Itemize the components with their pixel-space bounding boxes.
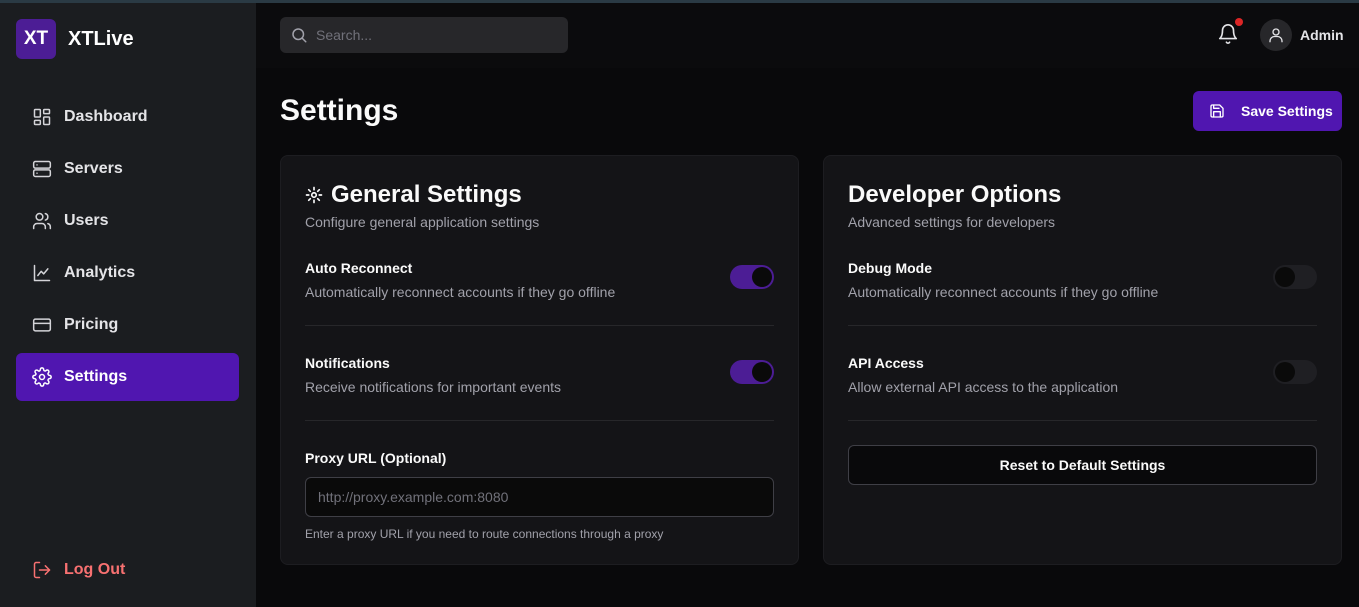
card-title-text: General Settings <box>331 181 522 208</box>
save-settings-button[interactable]: Save Settings <box>1193 91 1342 131</box>
sidebar-item-analytics[interactable]: Analytics <box>16 249 239 297</box>
logout-label: Log Out <box>64 561 126 578</box>
sidebar-item-dashboard[interactable]: Dashboard <box>16 93 239 141</box>
notifications-desc: Receive notifications for important even… <box>305 379 562 395</box>
gear-icon <box>305 186 323 204</box>
sidebar-item-label: Settings <box>64 368 128 385</box>
divider <box>305 325 774 326</box>
notifications-label: Notifications <box>305 355 390 371</box>
notifications-setting: Notifications Receive notifications for … <box>305 355 774 395</box>
user-name[interactable]: Admin <box>1300 27 1344 43</box>
api-access-setting: API Access Allow external API access to … <box>848 355 1317 395</box>
sidebar-item-label: Dashboard <box>64 108 148 125</box>
debug-mode-desc: Automatically reconnect accounts if they… <box>848 284 1159 300</box>
analytics-icon <box>32 263 52 283</box>
brand-logo: XT <box>16 19 56 59</box>
debug-mode-label: Debug Mode <box>848 260 932 276</box>
search-icon <box>292 28 307 43</box>
auto-reconnect-toggle[interactable] <box>730 265 774 289</box>
avatar[interactable] <box>1260 19 1292 51</box>
brand[interactable]: XT XTLive <box>16 19 134 59</box>
general-settings-title: General Settings <box>305 181 522 209</box>
auto-reconnect-setting: Auto Reconnect Automatically reconnect a… <box>305 260 774 300</box>
debug-mode-setting: Debug Mode Automatically reconnect accou… <box>848 260 1317 300</box>
debug-mode-toggle[interactable] <box>1273 265 1317 289</box>
server-icon <box>32 159 52 179</box>
brand-name: XTLive <box>68 27 134 50</box>
sidebar-item-servers[interactable]: Servers <box>16 145 239 193</box>
divider <box>848 420 1317 421</box>
save-settings-label: Save Settings <box>1241 103 1333 119</box>
credit-card-icon <box>32 315 52 335</box>
dashboard-icon <box>32 107 52 127</box>
developer-options-subtitle: Advanced settings for developers <box>848 214 1056 230</box>
sidebar: XT XTLive Dashboard Servers Users Analyt… <box>0 3 256 607</box>
sidebar-item-users[interactable]: Users <box>16 197 239 245</box>
developer-options-title: Developer Options <box>848 181 1062 208</box>
search-bar[interactable] <box>280 17 568 53</box>
page-title: Settings <box>280 94 399 127</box>
logout-button[interactable]: Log Out <box>16 546 239 594</box>
auto-reconnect-label: Auto Reconnect <box>305 260 413 276</box>
api-access-toggle[interactable] <box>1273 360 1317 384</box>
reset-defaults-button[interactable]: Reset to Default Settings <box>848 445 1317 485</box>
sidebar-item-pricing[interactable]: Pricing <box>16 301 239 349</box>
api-access-label: API Access <box>848 355 924 371</box>
user-icon <box>1269 28 1283 43</box>
notification-dot <box>1235 18 1243 26</box>
api-access-desc: Allow external API access to the applica… <box>848 379 1119 395</box>
divider <box>848 325 1317 326</box>
sidebar-nav: Dashboard Servers Users Analytics Pricin… <box>16 93 239 405</box>
users-icon <box>32 211 52 231</box>
proxy-url-label: Proxy URL (Optional) <box>305 450 447 466</box>
sidebar-item-label: Users <box>64 212 109 229</box>
developer-options-card: Developer Options Advanced settings for … <box>823 155 1342 565</box>
sidebar-item-label: Servers <box>64 160 123 177</box>
top-header: Admin <box>256 3 1359 68</box>
logout-icon <box>32 560 52 580</box>
proxy-url-help: Enter a proxy URL if you need to route c… <box>305 527 664 541</box>
proxy-url-input[interactable] <box>305 477 774 517</box>
auto-reconnect-desc: Automatically reconnect accounts if they… <box>305 284 616 300</box>
divider <box>305 420 774 421</box>
sidebar-item-settings[interactable]: Settings <box>16 353 239 401</box>
search-input[interactable] <box>316 27 556 43</box>
sidebar-item-label: Analytics <box>64 264 136 281</box>
save-icon <box>1210 104 1224 118</box>
general-settings-subtitle: Configure general application settings <box>305 214 540 230</box>
notifications-toggle[interactable] <box>730 360 774 384</box>
gear-icon <box>32 367 52 387</box>
general-settings-card: General Settings Configure general appli… <box>280 155 799 565</box>
bell-icon[interactable] <box>1217 23 1239 45</box>
sidebar-item-label: Pricing <box>64 316 119 333</box>
